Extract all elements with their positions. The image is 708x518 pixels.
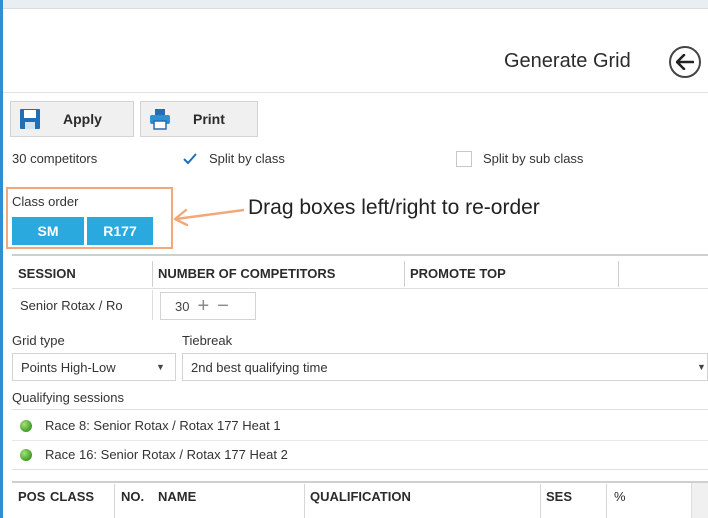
pos-column-header[interactable]: POS — [18, 489, 45, 504]
promote-top-column-header[interactable]: PROMOTE TOP — [410, 266, 506, 281]
header-divider — [3, 92, 708, 93]
session-name-cell: Senior Rotax / Ro — [20, 298, 123, 313]
back-button[interactable] — [669, 46, 701, 78]
split-by-class-checkbox[interactable] — [182, 151, 198, 167]
window-edge — [0, 0, 3, 518]
session-header-divider — [12, 288, 708, 289]
percent-column-header[interactable]: % — [614, 489, 626, 504]
grid-table-top-border — [12, 481, 708, 483]
competitors-column-header[interactable]: NUMBER OF COMPETITORS — [158, 266, 335, 281]
tiebreak-value: 2nd best qualifying time — [191, 359, 328, 375]
qualifying-session-label: Race 8: Senior Rotax / Rotax 177 Heat 1 — [45, 418, 281, 433]
qualifying-session-item[interactable]: Race 16: Senior Rotax / Rotax 177 Heat 2 — [20, 447, 288, 462]
qualifying-list-border — [12, 409, 708, 410]
chevron-down-icon: ▼ — [697, 362, 706, 372]
plus-icon[interactable]: + — [197, 296, 209, 316]
qualifying-session-item[interactable]: Race 8: Senior Rotax / Rotax 177 Heat 1 — [20, 418, 281, 433]
top-strip — [3, 0, 708, 8]
split-by-sub-class-label: Split by sub class — [483, 151, 584, 166]
grid-type-value: Points High-Low — [21, 359, 116, 375]
column-separator — [618, 261, 619, 287]
checkmark-icon — [183, 153, 197, 165]
generate-grid-panel: Generate Grid Apply Print 30 competitors — [0, 0, 708, 518]
qualifying-list-border — [12, 469, 708, 470]
arrow-left-icon — [676, 54, 694, 70]
apply-label: Apply — [63, 111, 102, 127]
chevron-down-icon: ▼ — [156, 362, 165, 372]
split-by-class-label: Split by class — [209, 151, 285, 166]
class-order-label: Class order — [12, 194, 79, 209]
print-label: Print — [193, 111, 225, 127]
column-separator — [152, 261, 153, 287]
number-column-header[interactable]: NO. — [121, 489, 144, 504]
status-ok-icon — [20, 448, 32, 461]
tiebreak-label: Tiebreak — [182, 333, 233, 348]
minus-icon[interactable]: − — [217, 296, 229, 316]
session-column-header[interactable]: SESSION — [18, 266, 76, 281]
tiebreak-select[interactable]: 2nd best qualifying time ▼ — [182, 353, 708, 381]
competitor-count: 30 competitors — [12, 151, 98, 166]
competitor-count-stepper[interactable]: 30 + − — [160, 292, 256, 320]
class-chip-sm[interactable]: SM — [12, 217, 84, 245]
apply-button[interactable]: Apply — [10, 101, 134, 137]
grid-type-label: Grid type — [12, 333, 65, 348]
column-separator — [404, 261, 405, 287]
grid-type-select[interactable]: Points High-Low ▼ — [12, 353, 176, 381]
printer-icon — [149, 108, 171, 130]
page-title: Generate Grid — [504, 50, 631, 72]
print-button[interactable]: Print — [140, 101, 258, 137]
save-icon — [19, 108, 41, 130]
class-chip-r177[interactable]: R177 — [87, 217, 153, 245]
list-divider — [12, 440, 708, 441]
qualifying-session-label: Race 16: Senior Rotax / Rotax 177 Heat 2 — [45, 447, 288, 462]
column-separator — [304, 484, 305, 518]
column-separator — [114, 484, 115, 518]
split-by-sub-class-checkbox[interactable] — [456, 151, 472, 167]
status-ok-icon — [20, 419, 32, 432]
class-column-header[interactable]: CLASS — [50, 489, 94, 504]
name-column-header[interactable]: NAME — [158, 489, 196, 504]
column-separator — [152, 290, 153, 320]
column-separator — [540, 484, 541, 518]
grid-scrollbar[interactable] — [691, 483, 708, 518]
qualifying-sessions-label: Qualifying sessions — [12, 390, 124, 405]
session-column-header[interactable]: SES — [546, 489, 572, 504]
qualification-column-header[interactable]: QUALIFICATION — [310, 489, 411, 504]
top-strip-divider — [3, 8, 708, 9]
annotation-arrow — [173, 208, 244, 226]
annotation-text: Drag boxes left/right to re-order — [248, 196, 540, 219]
column-separator — [606, 484, 607, 518]
stepper-value: 30 — [175, 298, 190, 314]
session-table-top-border — [12, 254, 708, 256]
